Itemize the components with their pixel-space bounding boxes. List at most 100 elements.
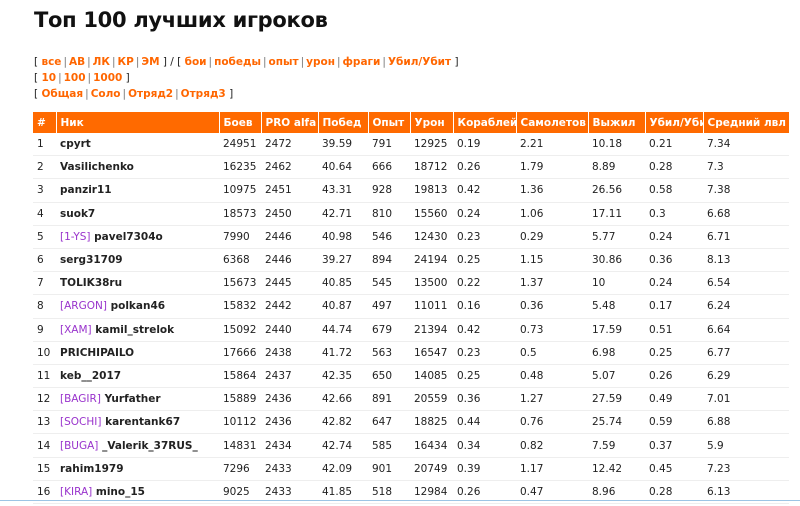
dmg-cell: 20559 [410,387,453,412]
player-name-link[interactable]: serg31709 [60,254,123,266]
sort-filter-link-2[interactable]: опыт [269,56,299,68]
battles-cell: 24951 [219,133,261,157]
dmg-cell: 18712 [410,155,453,180]
sort-filter-link-4[interactable]: фраги [343,56,381,68]
player-name-link[interactable]: karentank67 [105,416,180,428]
column-header-2: Боев [219,112,262,133]
count-filter-link-1[interactable]: 100 [64,72,86,84]
separator: | [63,56,67,68]
filter-slash: / [166,56,178,68]
count-filter-link-0[interactable]: 10 [41,72,56,84]
sort-filter-link-0[interactable]: бои [185,56,207,68]
ships-cell: 0.25 [453,364,516,389]
planes-cell: 1.79 [516,155,588,180]
battle-type-filter-link-0[interactable]: Общая [41,88,83,100]
rank-cell: 4 [33,202,56,226]
sort-filter-link-5[interactable]: Убил/Убит [388,56,451,68]
player-name-link[interactable]: mino_15 [96,486,145,498]
player-name-link[interactable]: kamil_strelok [95,324,174,336]
battles-cell: 10975 [219,178,261,203]
player-cell: [BUGA] _Valerik_37RUS_ [56,433,219,458]
player-name-link[interactable]: panzir11 [60,184,112,196]
dmg-cell: 24194 [410,248,453,273]
rank-cell: 11 [33,364,56,389]
ship-type-filter-link-1[interactable]: АВ [69,56,85,68]
player-name-link[interactable]: PRICHIPAILO [60,347,134,359]
player-name-link[interactable]: rahim1979 [60,463,124,475]
dmg-cell: 13500 [410,271,453,296]
clan-tag-link[interactable]: [ARGON] [60,300,107,312]
bracket-close: ] [122,72,130,84]
battle-type-filter-link-3[interactable]: Отряд3 [181,88,226,100]
avg-lvl-cell: 6.71 [703,225,789,249]
bracket-close: ] [451,56,459,68]
player-name-link[interactable]: polkan46 [111,300,165,312]
pro-cell: 2438 [261,341,318,365]
kd-cell: 0.24 [645,271,703,296]
player-name-link[interactable]: cpyrt [60,138,91,150]
kd-cell: 0.17 [645,294,703,319]
clan-tag-link[interactable]: [XAM] [60,324,92,336]
ships-cell: 0.25 [453,248,516,273]
battles-cell: 7296 [219,457,261,481]
bracket-close: ] [159,56,167,68]
battle-type-filter-link-1[interactable]: Соло [91,88,121,100]
table-header-row: # Ник Боев PRO alfa Побед Опыт Урон Кораблей Сам… [33,112,790,133]
ships-cell: 0.23 [453,341,516,365]
exp-cell: 546 [368,225,410,249]
table-row: 13 [SOCHI] karentank67 10112 2436 42.82 647 18… [33,410,789,435]
clan-tag-link[interactable]: [KIRA] [60,486,92,498]
ship-type-filter-link-2[interactable]: ЛК [93,56,110,68]
separator: | [122,88,127,100]
rank-cell: 10 [33,341,56,365]
battles-cell: 15889 [219,387,261,412]
ships-cell: 0.16 [453,294,516,319]
kd-cell: 0.3 [645,202,703,226]
separator: | [87,56,91,68]
ship-type-filter-link-3[interactable]: КР [118,56,134,68]
planes-cell: 0.5 [516,341,588,365]
kd-cell: 0.26 [645,364,703,389]
column-header-1: Ник [56,112,220,133]
player-cell: [BAGIR] Yurfather [56,387,219,412]
avg-lvl-cell: 6.64 [703,318,789,342]
avg-lvl-cell: 7.01 [703,387,789,412]
wins-cell: 42.35 [318,364,368,389]
avg-lvl-cell: 6.88 [703,410,789,435]
clan-tag-link[interactable]: [BAGIR] [60,393,101,405]
ship-type-filter-link-4[interactable]: ЭМ [141,56,159,68]
player-name-link[interactable]: _Valerik_37RUS_ [102,440,198,452]
player-name-link[interactable]: Yurfather [105,393,161,405]
player-name-link[interactable]: keb__2017 [60,370,121,382]
sort-filter-link-1[interactable]: победы [214,56,261,68]
pro-cell: 2451 [261,178,318,203]
avg-lvl-cell: 7.23 [703,457,789,481]
clan-tag-link[interactable]: [BUGA] [60,440,98,452]
ship-type-filter-link-0[interactable]: все [41,56,61,68]
column-header-9: Выжил [588,112,646,133]
planes-cell: 0.29 [516,225,588,249]
player-cell: suok7 [56,202,219,226]
player-name-link[interactable]: Vasilichenko [60,161,134,173]
player-cell: cpyrt [56,133,219,157]
player-name-link[interactable]: pavel7304o [94,231,163,243]
player-cell: PRICHIPAILO [56,341,219,365]
player-name-link[interactable]: suok7 [60,208,95,220]
battles-cell: 15092 [219,318,261,342]
battles-cell: 6368 [219,248,261,273]
separator: | [85,88,89,100]
sort-filter-link-3[interactable]: урон [306,56,335,68]
survived-cell: 5.77 [588,225,645,249]
pro-cell: 2436 [261,410,318,435]
clan-tag-link[interactable]: [SOCHI] [60,416,101,428]
count-filter-link-2[interactable]: 1000 [93,72,122,84]
table-row: 10 PRICHIPAILO 17666 2438 41.72 563 16547 0.23 0… [33,341,789,365]
battles-cell: 18573 [219,202,261,226]
planes-cell: 1.15 [516,248,588,273]
battle-type-filter-link-2[interactable]: Отряд2 [128,88,173,100]
wins-cell: 42.09 [318,457,368,481]
avg-lvl-cell: 7.34 [703,133,789,157]
clan-tag-link[interactable]: [1-YS] [60,231,91,243]
player-name-link[interactable]: TOLIK38ru [60,277,122,289]
survived-cell: 10 [588,271,645,296]
